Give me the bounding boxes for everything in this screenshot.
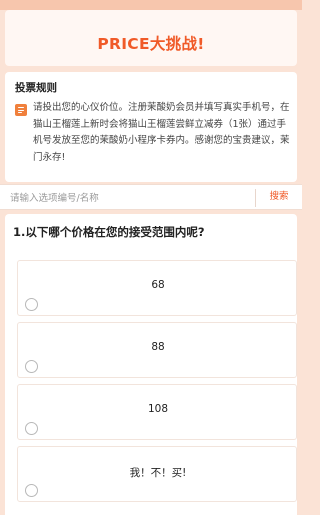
radio-button[interactable] <box>25 298 38 311</box>
rules-title: 投票规则 <box>15 82 57 94</box>
page-title: PRICE大挑战! <box>97 35 205 53</box>
rules-card: 投票规则 请投出您的心仪价位。注册茉酸奶会员并填写真实手机号，在猫山王榴莲上新时… <box>5 72 297 182</box>
list-icon <box>15 104 27 116</box>
radio-button[interactable] <box>25 484 38 497</box>
option-item-108[interactable]: 108 <box>17 384 297 440</box>
radio-button[interactable] <box>25 360 38 373</box>
search-bar: 搜索 <box>0 184 302 210</box>
option-item-no-buy[interactable]: 我！不！买! <box>17 446 297 502</box>
search-button[interactable]: 搜索 <box>256 185 302 209</box>
option-item-68[interactable]: 68 <box>17 260 297 316</box>
top-band <box>0 0 302 10</box>
radio-button[interactable] <box>25 422 38 435</box>
option-label: 108 <box>147 403 169 415</box>
option-label: 我！不！买! <box>129 467 187 479</box>
option-label: 68 <box>151 279 165 291</box>
question-title: 1.以下哪个价格在您的接受范围内呢? <box>13 225 205 239</box>
search-input[interactable] <box>10 190 245 206</box>
question-card: 1.以下哪个价格在您的接受范围内呢? 68 88 108 我！不！买! <box>5 214 297 515</box>
option-label: 88 <box>151 341 165 353</box>
header-card: PRICE大挑战! <box>5 10 297 66</box>
option-item-88[interactable]: 88 <box>17 322 297 378</box>
rules-body: 请投出您的心仪价位。注册茉酸奶会员并填写真实手机号，在猫山王榴莲上新时会将猫山王… <box>33 102 290 163</box>
